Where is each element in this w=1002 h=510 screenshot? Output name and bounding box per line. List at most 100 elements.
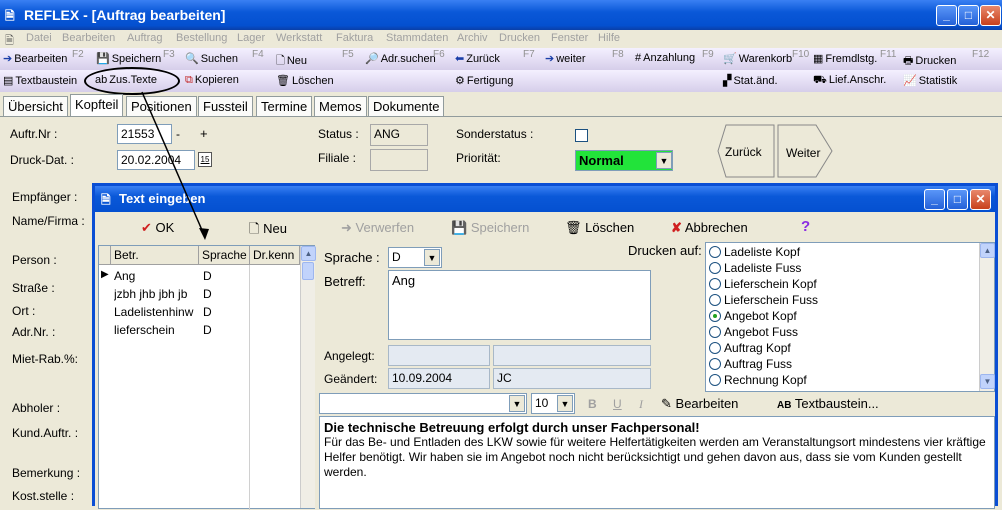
tab-positionen[interactable]: Positionen bbox=[126, 96, 197, 116]
grid-cell-betr[interactable]: lieferschein bbox=[114, 323, 198, 337]
menu-archiv[interactable]: Archiv bbox=[457, 32, 488, 44]
dialog-loeschen-button[interactable]: 🗑 Löschen bbox=[565, 220, 634, 236]
toolbar-warenkorb-button[interactable]: 🛒 Warenkorb bbox=[723, 52, 792, 65]
print-list-scrollbar[interactable]: ▲ ▼ bbox=[979, 243, 995, 391]
grid-cell-sprache[interactable]: D bbox=[203, 287, 212, 301]
tab-dokumente[interactable]: Dokumente bbox=[368, 96, 445, 116]
scroll-down-button[interactable]: ▼ bbox=[980, 374, 995, 389]
sprache-select[interactable]: D ▼ bbox=[388, 247, 442, 268]
grid-cell-betr[interactable]: Ang bbox=[114, 269, 198, 283]
column-header-sprache[interactable]: Sprache bbox=[199, 246, 250, 265]
dialog-abbrechen-button[interactable]: ✘ Abbrechen bbox=[671, 220, 748, 236]
toolbar-loeschen-button[interactable]: 🗑 Löschen bbox=[276, 74, 334, 87]
toolbar-statistik-button[interactable]: 📈 Statistik bbox=[903, 74, 957, 87]
scroll-up-button[interactable]: ▲ bbox=[980, 243, 995, 258]
forward-button[interactable]: Weiter bbox=[786, 146, 820, 160]
grid-cell-betr[interactable]: Ladelistenhinw bbox=[114, 305, 198, 319]
druck-dat-field[interactable]: 20.02.2004 bbox=[117, 150, 195, 170]
toolbar-anzahlung-button[interactable]: # Anzahlung bbox=[635, 52, 695, 64]
radio-angebot-fuss[interactable]: Angebot Fuss bbox=[709, 325, 798, 339]
radio-auftrag-kopf[interactable]: Auftrag Kopf bbox=[709, 341, 791, 355]
menu-bestellung[interactable]: Bestellung bbox=[176, 32, 227, 44]
font-size-select[interactable]: 10 ▼ bbox=[531, 393, 575, 414]
toolbar-bearbeiten-button[interactable]: ➔ Bearbeiten bbox=[3, 52, 67, 65]
increment-button[interactable]: + bbox=[200, 126, 208, 141]
column-header-drkenn[interactable]: Dr.kenn bbox=[250, 246, 300, 265]
toolbar-fremdlstg-button[interactable]: ▦ Fremdlstg. bbox=[813, 52, 877, 65]
menu-stammdaten[interactable]: Stammdaten bbox=[386, 32, 448, 44]
menu-fenster[interactable]: Fenster bbox=[551, 32, 588, 44]
toolbar-speichern-button[interactable]: 💾 Speichern bbox=[96, 52, 161, 65]
radio-lieferschein-kopf[interactable]: Lieferschein Kopf bbox=[709, 277, 817, 291]
chevron-down-icon[interactable]: ▼ bbox=[656, 152, 672, 169]
textbaustein-button[interactable]: AB Textbaustein... bbox=[777, 396, 879, 411]
grid-scrollbar[interactable]: ▲ bbox=[300, 246, 316, 508]
toolbar-fertigung-button[interactable]: ⚙ Fertigung bbox=[455, 74, 513, 87]
menu-auftrag[interactable]: Auftrag bbox=[127, 32, 162, 44]
calendar-icon[interactable]: 15 bbox=[198, 152, 212, 167]
dialog-close-button[interactable]: ✕ bbox=[970, 189, 991, 210]
grid-cell-sprache[interactable]: D bbox=[203, 323, 212, 337]
production-icon: ⚙ bbox=[455, 75, 465, 87]
dialog-verwerfen-button[interactable]: ➜ Verwerfen bbox=[341, 220, 414, 236]
radio-ladeliste-kopf[interactable]: Ladeliste Kopf bbox=[709, 245, 800, 259]
menu-faktura[interactable]: Faktura bbox=[336, 32, 373, 44]
menu-hilfe[interactable]: Hilfe bbox=[598, 32, 620, 44]
decrement-button[interactable]: - bbox=[176, 127, 180, 141]
prioritaet-select[interactable]: Normal ▼ bbox=[575, 150, 673, 171]
grid-cell-sprache[interactable]: D bbox=[203, 269, 212, 283]
dialog-ok-button[interactable]: ✔ OK bbox=[141, 220, 174, 236]
toolbar-stat-aend-button[interactable]: ▞ Stat.änd. bbox=[723, 74, 778, 87]
toolbar-lief-anschr-button[interactable]: ⛟ Lief.Anschr. bbox=[813, 74, 886, 88]
underline-button[interactable]: U bbox=[613, 397, 622, 411]
dialog-minimize-button[interactable]: _ bbox=[924, 189, 945, 210]
close-button[interactable]: ✕ bbox=[980, 5, 1001, 26]
tab-memos[interactable]: Memos bbox=[314, 96, 367, 116]
radio-auftrag-fuss[interactable]: Auftrag Fuss bbox=[709, 357, 792, 371]
tab-fussteil[interactable]: Fussteil bbox=[198, 96, 253, 116]
chevron-down-icon[interactable]: ▼ bbox=[509, 395, 525, 412]
auftr-nr-field[interactable]: 21553 bbox=[117, 124, 172, 144]
tab-uebersicht[interactable]: Übersicht bbox=[3, 96, 68, 116]
radio-rechnung-kopf[interactable]: Rechnung Kopf bbox=[709, 373, 807, 387]
bearbeiten-button[interactable]: ✎ Bearbeiten bbox=[661, 396, 738, 412]
toolbar-drucken-button[interactable]: 🖶 Drucken bbox=[903, 52, 956, 71]
menu-datei[interactable]: Datei bbox=[26, 32, 52, 44]
menu-werkstatt[interactable]: Werkstatt bbox=[276, 32, 322, 44]
toolbar-textbaustein-button[interactable]: ▤ Textbaustein bbox=[3, 74, 77, 87]
menu-drucken[interactable]: Drucken bbox=[499, 32, 540, 44]
bold-button[interactable]: B bbox=[588, 397, 597, 411]
toolbar-weiter-button[interactable]: ➔ weiter bbox=[545, 52, 586, 65]
italic-button[interactable]: I bbox=[639, 397, 643, 412]
chevron-down-icon[interactable]: ▼ bbox=[424, 249, 440, 266]
maximize-button[interactable]: □ bbox=[958, 5, 979, 26]
grid-cell-betr[interactable]: jzbh jhb jbh jb bbox=[114, 287, 198, 301]
toolbar-kopieren-button[interactable]: ⧉ Kopieren bbox=[185, 74, 239, 87]
toolbar-suchen-button[interactable]: 🔍 Suchen bbox=[185, 52, 238, 65]
chevron-down-icon[interactable]: ▼ bbox=[557, 395, 573, 412]
minimize-button[interactable]: _ bbox=[936, 5, 957, 26]
dialog-speichern-button[interactable]: 💾 Speichern bbox=[451, 220, 529, 236]
radio-lieferschein-fuss[interactable]: Lieferschein Fuss bbox=[709, 293, 818, 307]
sonderstatus-checkbox[interactable] bbox=[575, 129, 588, 142]
font-name-select[interactable]: ▼ bbox=[319, 393, 527, 414]
menu-lager[interactable]: Lager bbox=[237, 32, 265, 44]
text-editor[interactable]: Die technische Betreuung erfolgt durch u… bbox=[319, 416, 995, 509]
grid-cell-sprache[interactable]: D bbox=[203, 305, 212, 319]
radio-ladeliste-fuss[interactable]: Ladeliste Fuss bbox=[709, 261, 801, 275]
tab-kopfteil[interactable]: Kopfteil bbox=[70, 94, 124, 116]
toolbar-neu-button[interactable]: 🗋 Neu bbox=[276, 52, 307, 71]
dialog-maximize-button[interactable]: □ bbox=[947, 189, 968, 210]
betreff-textarea[interactable]: Ang bbox=[388, 270, 651, 340]
column-header-betr[interactable]: Betr. bbox=[111, 246, 199, 265]
scroll-up-button[interactable]: ▲ bbox=[301, 246, 316, 261]
back-button[interactable]: Zurück bbox=[725, 145, 762, 159]
dialog-neu-button[interactable]: 🗋 Neu bbox=[249, 220, 287, 242]
menu-bearbeiten[interactable]: Bearbeiten bbox=[62, 32, 115, 44]
toolbar-adr-suchen-button[interactable]: 🔎 Adr.suchen bbox=[365, 52, 436, 65]
radio-angebot-kopf[interactable]: Angebot Kopf bbox=[709, 309, 797, 323]
toolbar-zurueck-button[interactable]: ⬅ Zurück bbox=[455, 52, 500, 65]
tab-termine[interactable]: Termine bbox=[256, 96, 313, 116]
scroll-thumb[interactable] bbox=[302, 262, 314, 280]
help-button[interactable]: ? bbox=[801, 218, 810, 235]
